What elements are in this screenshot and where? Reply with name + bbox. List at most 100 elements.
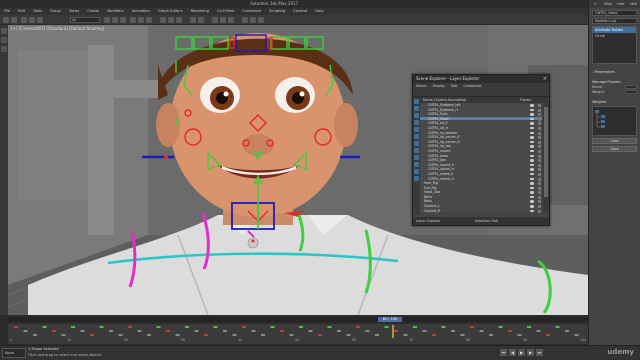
visibility-eye-icon[interactable] [530, 209, 534, 213]
animation-key[interactable] [242, 326, 246, 328]
rotate-icon[interactable] [138, 17, 144, 23]
menu-rendering[interactable]: Rendering [187, 8, 213, 15]
freeze-toggle-icon[interactable] [538, 182, 541, 186]
freeze-toggle-icon[interactable] [538, 168, 541, 172]
explorer-menu-display[interactable]: Display [429, 83, 448, 89]
menu-civil-view[interactable]: Civil View [213, 8, 238, 15]
menu-modifiers[interactable]: Modifiers [103, 8, 127, 15]
animation-key[interactable] [356, 326, 360, 328]
visibility-eye-icon[interactable] [530, 145, 534, 148]
visibility-eye-icon[interactable] [530, 122, 534, 125]
save-button[interactable]: Save [592, 146, 637, 152]
rectangular-selection-icon[interactable] [120, 17, 126, 23]
animation-key[interactable] [422, 330, 427, 332]
animation-key[interactable] [109, 330, 113, 332]
display-shapes-icon[interactable] [414, 106, 419, 111]
undo-icon[interactable] [3, 17, 9, 23]
redo-icon[interactable] [11, 17, 17, 23]
freeze-toggle-icon[interactable] [538, 108, 541, 112]
animation-key[interactable] [508, 330, 512, 332]
visibility-eye-icon[interactable] [530, 182, 534, 185]
animation-key[interactable] [441, 326, 446, 328]
visibility-eye-icon[interactable] [530, 149, 534, 153]
display-lights-icon[interactable] [414, 113, 419, 118]
display-helpers-icon[interactable] [414, 127, 419, 132]
menu-scripting[interactable]: Scripting [265, 8, 289, 15]
display-geometry-icon[interactable] [414, 99, 419, 104]
modifier-stack[interactable]: Attribute Holder Circle [592, 26, 637, 64]
display-spacewarps-icon[interactable] [414, 134, 419, 139]
animation-key[interactable] [90, 334, 94, 336]
explorer-menu-edit[interactable]: Edit [448, 83, 461, 89]
track-bar[interactable] [8, 324, 588, 338]
animation-key[interactable] [23, 330, 28, 332]
freeze-toggle-icon[interactable] [538, 186, 541, 190]
freeze-toggle-icon[interactable] [538, 191, 541, 195]
previous-frame-icon[interactable]: ◀ [509, 349, 516, 356]
display-cameras-icon[interactable] [414, 120, 419, 125]
weights-list[interactable] [592, 106, 637, 136]
close-icon[interactable]: × [543, 75, 547, 83]
next-frame-icon[interactable]: ▶ [527, 349, 534, 356]
go-to-end-icon[interactable]: ⏭ [536, 349, 543, 356]
animation-key[interactable] [128, 326, 132, 328]
explorer-scrollbar[interactable] [543, 103, 549, 213]
animation-key[interactable] [270, 326, 275, 328]
animation-key[interactable] [118, 334, 123, 336]
visibility-eye-icon[interactable] [530, 177, 534, 180]
freeze-toggle-icon[interactable] [538, 113, 541, 117]
link-icon[interactable] [21, 17, 27, 23]
layout-icon[interactable] [1, 28, 7, 34]
render-setup-icon[interactable] [242, 17, 248, 23]
animation-key[interactable] [536, 330, 541, 332]
visibility-eye-icon[interactable] [530, 186, 534, 190]
animation-key[interactable] [327, 326, 332, 328]
layout-icon[interactable] [1, 37, 7, 43]
parameters-rollout[interactable]: - Parameters [592, 70, 637, 74]
freeze-toggle-icon[interactable] [538, 195, 541, 199]
render-icon[interactable] [258, 17, 264, 23]
layout-icon[interactable] [1, 46, 7, 52]
tab-hierarchy[interactable]: Hier [615, 0, 628, 8]
menu-customize[interactable]: Customize [238, 8, 265, 15]
freeze-toggle-icon[interactable] [538, 200, 541, 204]
selection-set-label[interactable]: Selection Set: [475, 217, 498, 225]
menu-tools[interactable]: Tools [29, 8, 46, 15]
select-object-icon[interactable] [104, 17, 110, 23]
selection-filter-dropdown[interactable]: All [70, 17, 100, 23]
animation-key[interactable] [33, 334, 37, 336]
visibility-eye-icon[interactable] [530, 159, 534, 162]
animation-key[interactable] [251, 330, 256, 332]
visibility-eye-icon[interactable] [530, 200, 534, 203]
animation-key[interactable] [527, 326, 531, 328]
display-hidden-icon[interactable] [414, 176, 419, 181]
animation-key[interactable] [308, 330, 313, 332]
freeze-toggle-icon[interactable] [538, 136, 541, 140]
explorer-menu-select[interactable]: Select [413, 83, 429, 89]
freeze-toggle-icon[interactable] [538, 159, 541, 163]
animation-key[interactable] [555, 326, 560, 328]
animation-key[interactable] [479, 330, 484, 332]
animation-key[interactable] [375, 334, 379, 336]
visibility-eye-icon[interactable] [530, 117, 534, 121]
modifier-list-dropdown[interactable]: Modifier List [592, 18, 637, 24]
animation-key[interactable] [137, 330, 142, 332]
menu-file[interactable]: File [0, 8, 14, 15]
scrollbar-thumb[interactable] [544, 107, 548, 197]
freeze-toggle-icon[interactable] [538, 126, 541, 130]
display-bones-icon[interactable] [414, 155, 419, 160]
freeze-toggle-icon[interactable] [538, 172, 541, 176]
animation-key[interactable] [213, 326, 218, 328]
menu-content[interactable]: Content [289, 8, 311, 15]
animation-key[interactable] [498, 326, 503, 328]
menu-help[interactable]: Help [311, 8, 327, 15]
unlink-icon[interactable] [29, 17, 35, 23]
animation-key[interactable] [42, 326, 47, 328]
menu-animation[interactable]: Animation [128, 8, 154, 15]
animation-key[interactable] [289, 334, 294, 336]
visibility-eye-icon[interactable] [530, 172, 534, 176]
snap-toggle-icon[interactable] [160, 17, 166, 23]
animation-key[interactable] [517, 334, 522, 336]
rendered-frame-icon[interactable] [250, 17, 256, 23]
visibility-eye-icon[interactable] [530, 140, 534, 144]
